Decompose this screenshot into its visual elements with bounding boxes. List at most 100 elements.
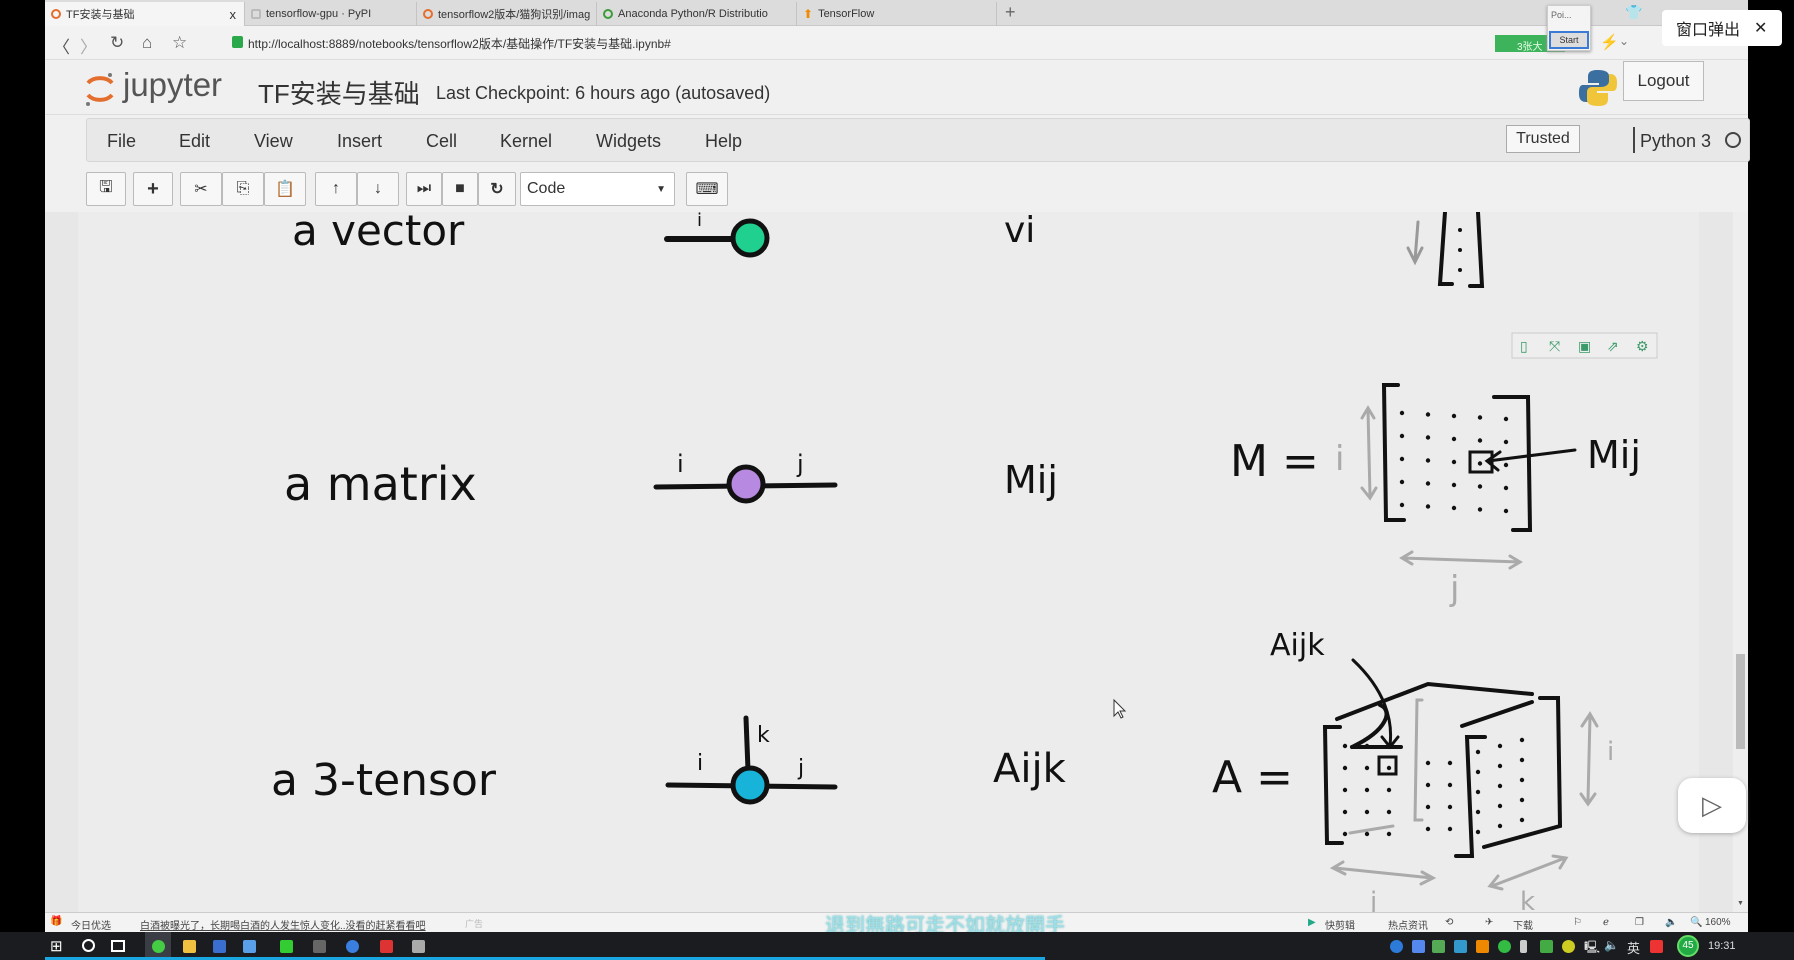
scrollbar-thumb[interactable]	[1736, 654, 1745, 749]
network-icon[interactable]: 🖳	[1584, 938, 1600, 959]
news-ticker-link[interactable]: 白酒被曝光了，长期喝白酒的人发生惊人变化..没看的赶紧看看吧	[140, 917, 426, 932]
tray-icon[interactable]	[1432, 940, 1445, 953]
tray-icon[interactable]	[1412, 940, 1425, 953]
share-icon[interactable]: ⇗	[1607, 338, 1619, 354]
copy-button[interactable]: ⎘	[222, 172, 264, 206]
task-view-icon[interactable]	[111, 940, 125, 952]
today-picks-label[interactable]: 今日优选	[71, 917, 111, 932]
taskbar-active-app[interactable]	[145, 932, 171, 960]
file-explorer-icon[interactable]	[183, 940, 196, 953]
paste-button[interactable]: 📋	[264, 172, 306, 206]
move-up-button[interactable]: ↑	[315, 172, 357, 206]
volume-icon[interactable]: 🔈	[1665, 917, 1677, 928]
app-icon[interactable]	[313, 940, 326, 953]
save-image-icon[interactable]: ▣	[1578, 338, 1591, 354]
flag-icon[interactable]: ⚐	[1573, 917, 1582, 928]
menu-view[interactable]: View	[254, 131, 293, 152]
tray-icon[interactable]	[1498, 940, 1511, 953]
tray-icon[interactable]	[1562, 940, 1575, 953]
scroll-down-icon[interactable]: ▼	[1737, 900, 1744, 907]
url-field[interactable]: http://localhost:8889/notebooks/tensorfl…	[248, 35, 671, 52]
restart-button[interactable]: ↻	[478, 172, 516, 206]
run-button[interactable]: ⏭	[406, 172, 442, 206]
logout-button[interactable]: Logout	[1623, 61, 1704, 101]
tray-icon[interactable]	[1454, 940, 1467, 953]
zoom-level[interactable]: 160%	[1705, 917, 1731, 928]
menu-kernel[interactable]: Kernel	[500, 131, 552, 152]
restart-icon: ↻	[490, 181, 504, 198]
move-down-button[interactable]: ↓	[357, 172, 399, 206]
window-popup-tooltip[interactable]: 窗口弹出 ✕	[1662, 10, 1782, 46]
row-label-3-tensor: a 3-tensor	[271, 755, 497, 806]
clock[interactable]: 19:31	[1708, 940, 1736, 952]
tab-close-button[interactable]: x	[230, 7, 237, 22]
menu-help[interactable]: Help	[705, 131, 742, 152]
input-method-indicator[interactable]: 英	[1627, 938, 1640, 957]
reload-button[interactable]: ↻	[110, 33, 124, 53]
insert-cell-button[interactable]: +	[133, 172, 173, 206]
video-play-button[interactable]: ▷	[1678, 778, 1746, 833]
menu-edit[interactable]: Edit	[179, 131, 210, 152]
sogou-icon[interactable]	[1650, 940, 1663, 953]
skin-icon[interactable]: 👕	[1625, 4, 1642, 21]
kernel-name[interactable]: Python 3	[1640, 131, 1711, 152]
notebook-title[interactable]: TF安装与基础	[258, 74, 420, 111]
shield-icon[interactable]	[1540, 940, 1553, 953]
windows-start-icon[interactable]: ⊞	[50, 937, 63, 955]
app-icon[interactable]	[280, 940, 293, 953]
jupyter-logo-text[interactable]: jupyter	[123, 66, 222, 104]
notification-badge[interactable]: 45	[1677, 935, 1699, 957]
tray-icon[interactable]	[1476, 940, 1489, 953]
cell-type-select[interactable]: Code ▼	[520, 172, 675, 206]
element-dot	[1475, 829, 1481, 835]
tab-cat-dog[interactable]: tensorflow2版本/猫狗识别/imag	[417, 2, 597, 26]
app-icon[interactable]	[380, 940, 393, 953]
new-tab-button[interactable]: +	[1005, 2, 1016, 23]
bookmark-star-icon[interactable]: ☆	[172, 33, 187, 53]
forward-button[interactable]: 〉	[80, 33, 97, 58]
menu-file[interactable]: File	[107, 131, 136, 152]
element-dot	[1451, 459, 1457, 465]
vector-index-label: i	[697, 212, 702, 231]
history-icon[interactable]: ⟲	[1445, 917, 1453, 928]
pin-icon[interactable]: ✈	[1485, 917, 1493, 928]
download-button[interactable]: 下载	[1513, 917, 1533, 932]
gift-icon: 🎁	[50, 916, 63, 927]
gear-icon[interactable]: ⚙	[1636, 338, 1649, 354]
ie-icon[interactable]: ℯ	[1603, 917, 1609, 928]
tab-tf-basics[interactable]: TF安装与基础 x	[45, 2, 245, 26]
app-icon[interactable]	[213, 940, 226, 953]
chevron-down-icon[interactable]: ⌄	[1619, 34, 1629, 48]
quick-edit-button[interactable]: 快剪辑	[1325, 917, 1355, 932]
tab-pypi[interactable]: tensorflow-gpu · PyPI	[245, 2, 417, 26]
tab-anaconda[interactable]: Anaconda Python/R Distributio	[597, 2, 797, 26]
close-icon[interactable]: ✕	[1754, 18, 1767, 38]
window-icon[interactable]: ❐	[1635, 917, 1644, 928]
usb-icon[interactable]	[1520, 940, 1527, 953]
expand-icon[interactable]: ⤧	[1549, 338, 1560, 354]
element-dot	[1451, 482, 1457, 488]
lightning-icon[interactable]: ⚡	[1600, 33, 1619, 51]
tray-icon[interactable]	[1390, 940, 1403, 953]
hot-news-button[interactable]: 热点资讯	[1388, 917, 1428, 932]
zoom-icon[interactable]: 🔍	[1690, 917, 1702, 928]
app-icon[interactable]	[243, 940, 256, 953]
menu-widgets[interactable]: Widgets	[596, 131, 661, 152]
home-button[interactable]: ⌂	[142, 33, 152, 53]
menu-cell[interactable]: Cell	[426, 131, 457, 152]
pin-icon[interactable]: ▯	[1520, 338, 1528, 354]
save-button[interactable]: 🖫	[86, 172, 126, 206]
menu-insert[interactable]: Insert	[337, 131, 382, 152]
trusted-badge[interactable]: Trusted	[1506, 125, 1580, 153]
app-icon[interactable]	[346, 940, 359, 953]
back-button[interactable]: 〈	[53, 33, 70, 58]
tab-tensorflow[interactable]: ⬆ TensorFlow	[797, 2, 997, 26]
command-palette-button[interactable]: ⌨	[686, 172, 728, 206]
interrupt-button[interactable]: ■	[442, 172, 478, 206]
search-icon[interactable]	[82, 939, 95, 952]
element-dot	[1386, 831, 1392, 837]
volume-icon[interactable]: 🔈	[1604, 938, 1619, 952]
popup-start-button[interactable]: Start	[1549, 31, 1589, 49]
app-icon[interactable]	[412, 940, 425, 953]
cut-button[interactable]: ✂	[180, 172, 222, 206]
